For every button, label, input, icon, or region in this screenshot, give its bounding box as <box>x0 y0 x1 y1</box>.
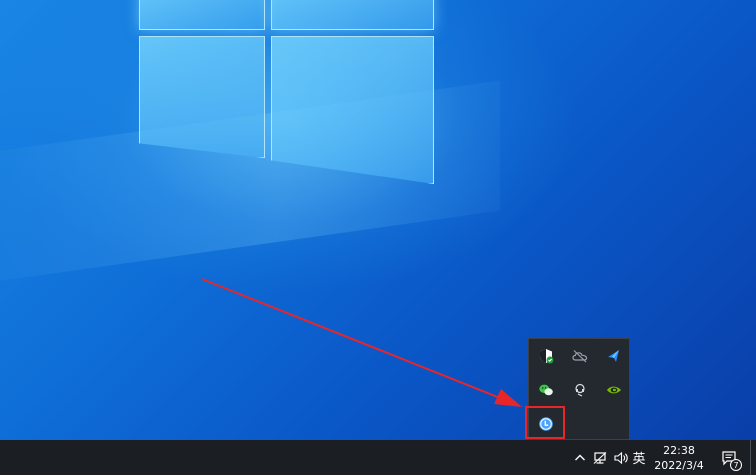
windows-logo-pane-bottom-left <box>139 36 265 158</box>
show-desktop-button[interactable] <box>750 440 751 475</box>
volume-icon[interactable] <box>610 440 632 475</box>
notification-count-badge: 7 <box>730 459 742 471</box>
windows-logo-pane-top-right <box>271 0 434 30</box>
bluetooth-blue-icon[interactable] <box>600 342 628 370</box>
clock-date: 2022/3/4 <box>654 458 704 472</box>
show-hidden-icons-chevron-icon[interactable] <box>570 440 590 475</box>
network-icon[interactable] <box>590 440 610 475</box>
onedrive-offline-icon[interactable] <box>566 342 594 370</box>
windows-logo-pane-top-left <box>139 0 265 30</box>
input-method-indicator[interactable]: 英 <box>630 440 648 475</box>
highlight-box <box>525 406 565 439</box>
windows-security-icon[interactable] <box>532 342 560 370</box>
headset-app-icon[interactable] <box>566 376 594 404</box>
taskbar: 英 22:38 2022/3/4 <box>0 440 756 475</box>
nvidia-icon[interactable] <box>600 376 628 404</box>
taskbar-clock[interactable]: 22:38 2022/3/4 <box>650 440 708 475</box>
desktop-wallpaper[interactable] <box>0 0 756 440</box>
windows-logo-pane-bottom-right <box>271 36 434 184</box>
wechat-icon[interactable] <box>532 376 560 404</box>
clock-time: 22:38 <box>663 443 695 457</box>
